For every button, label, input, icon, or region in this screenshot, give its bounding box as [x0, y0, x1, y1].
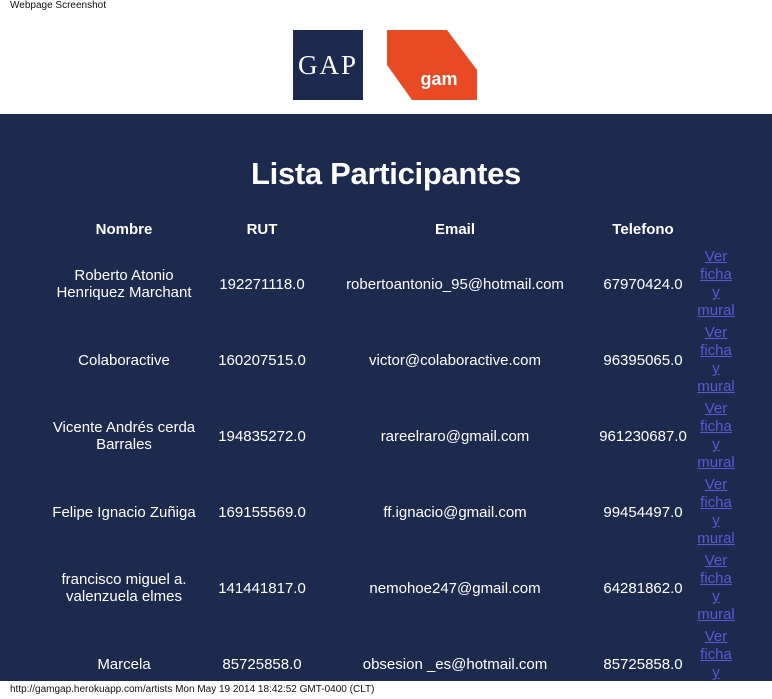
- cell-telefono: 64281862.0: [603, 579, 683, 597]
- cell-rut: 192271118.0: [219, 275, 305, 293]
- participants-table: Nombre RUT Email Telefono Roberto Atonio…: [40, 212, 740, 682]
- page-url-footer: http://gamgap.herokuapp.com/artists Mon …: [10, 684, 375, 695]
- header-rut: RUT: [246, 220, 278, 238]
- cell-telefono: 67970424.0: [603, 275, 683, 293]
- header-email: Email: [434, 220, 476, 238]
- ver-ficha-link[interactable]: Ver ficha y mural: [697, 400, 735, 471]
- cell-telefono: 96395065.0: [603, 351, 683, 369]
- table-row: Felipe Ignacio Zuñiga 169155569.0 ff.ign…: [40, 474, 740, 550]
- gam-logo[interactable]: gam: [387, 30, 477, 100]
- gap-logo-text: GAP: [297, 49, 358, 80]
- gam-logo-text: gam: [420, 69, 457, 89]
- ver-ficha-link[interactable]: Ver ficha y mural: [697, 324, 735, 395]
- cell-rut: 169155569.0: [218, 503, 306, 521]
- ver-ficha-link[interactable]: Ver ficha y mural: [697, 476, 735, 547]
- cell-nombre: Felipe Ignacio Zuñiga: [52, 503, 196, 521]
- cell-nombre: Colaboractive: [78, 351, 170, 369]
- table-row: Vicente Andrés cerda Barrales 194835272.…: [40, 398, 740, 474]
- gap-logo[interactable]: GAP: [293, 30, 363, 100]
- header-empty: [692, 212, 740, 246]
- cell-rut: 85725858.0: [222, 655, 302, 673]
- cell-rut: 141441817.0: [218, 579, 306, 597]
- cell-email: robertoantonio_95@hotmail.com: [346, 275, 564, 293]
- cell-rut: 194835272.0: [218, 427, 306, 445]
- cell-nombre: Vicente Andrés cerda Barrales: [52, 419, 196, 453]
- cell-nombre: francisco miguel a. valenzuela elmes: [61, 571, 187, 605]
- cell-email: nemohoe247@gmail.com: [369, 579, 541, 597]
- table-row: Roberto Atonio Henriquez Marchant 192271…: [40, 246, 740, 322]
- table-row: Marcela 85725858.0 obsesion _es@hotmail.…: [40, 626, 740, 681]
- cell-email: victor@colaboractive.com: [369, 351, 541, 369]
- cell-email: obsesion _es@hotmail.com: [362, 655, 548, 673]
- cell-telefono: 85725858.0: [603, 655, 683, 673]
- ver-ficha-link[interactable]: Ver ficha y mural: [697, 552, 735, 623]
- cell-telefono: 961230687.0: [599, 427, 687, 445]
- header-nombre: Nombre: [95, 220, 153, 238]
- cell-rut: 160207515.0: [218, 351, 306, 369]
- participants-panel: Lista Participantes Nombre RUT Email Tel…: [0, 114, 772, 681]
- logo-bar: GAP gam: [0, 30, 772, 100]
- cell-email: rareelraro@gmail.com: [380, 427, 530, 445]
- screenshot-caption: Webpage Screenshot: [10, 0, 106, 11]
- ver-ficha-link[interactable]: Ver ficha y mural: [697, 248, 735, 319]
- ver-ficha-link[interactable]: Ver ficha y mural: [697, 628, 735, 681]
- table-row: francisco miguel a. valenzuela elmes 141…: [40, 550, 740, 626]
- table-row: Colaboractive 160207515.0 victor@colabor…: [40, 322, 740, 398]
- cell-nombre: Marcela: [97, 655, 151, 673]
- page-title: Lista Participantes: [251, 156, 521, 191]
- cell-email: ff.ignacio@gmail.com: [383, 503, 527, 521]
- header-telefono: Telefono: [612, 220, 674, 238]
- cell-telefono: 99454497.0: [603, 503, 683, 521]
- table-header-row: Nombre RUT Email Telefono: [40, 212, 740, 246]
- cell-nombre: Roberto Atonio Henriquez Marchant: [56, 267, 192, 301]
